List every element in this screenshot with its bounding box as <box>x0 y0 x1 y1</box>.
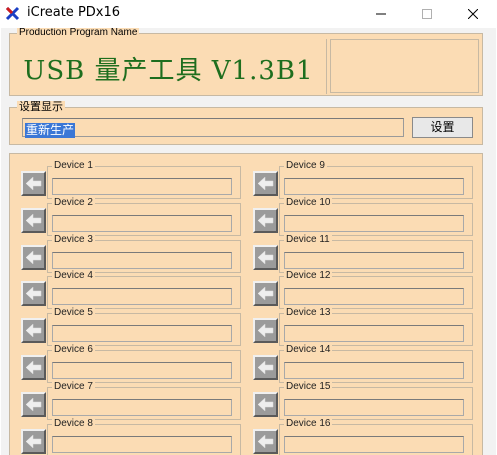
device-10-group: Device 10 <box>279 196 473 236</box>
device-13-status-field <box>284 325 464 343</box>
program-group-label: Production Program Name <box>17 28 140 39</box>
device-6-arrow-button[interactable] <box>21 355 46 380</box>
maximize-icon <box>422 9 432 19</box>
minimize-icon <box>376 13 386 15</box>
settings-group: 重新生产 设置 <box>9 107 483 145</box>
device-12-label: Device 12 <box>284 270 333 283</box>
device-3-arrow-button[interactable] <box>21 244 46 270</box>
arrow-left-icon <box>25 360 42 375</box>
device-9-label: Device 9 <box>284 160 327 172</box>
device-6-group: Device 6 <box>47 344 241 383</box>
app-icon <box>5 6 20 21</box>
device-8-label: Device 8 <box>52 417 95 430</box>
device-7-status-field <box>52 398 232 416</box>
device-7-label: Device 7 <box>52 380 95 393</box>
device-7-arrow-button[interactable] <box>21 391 46 417</box>
device-16-group: Device 16 <box>279 417 473 455</box>
device-9-arrow-button[interactable] <box>253 171 278 196</box>
device-12-status-field <box>284 288 464 306</box>
device-1-label: Device 1 <box>52 160 95 172</box>
arrow-left-icon <box>257 360 274 375</box>
set-button[interactable]: 设置 <box>412 117 473 138</box>
client-area: USB 量产工具 V1.3B1 Production Program Name … <box>1 28 496 455</box>
device-11-group: Device 11 <box>279 233 473 273</box>
device-12-group: Device 12 <box>279 270 473 310</box>
arrow-left-icon <box>257 176 274 191</box>
device-11-status-field <box>284 251 464 269</box>
device-13-group: Device 13 <box>279 307 473 347</box>
device-8-status-field <box>52 435 232 453</box>
device-7-group: Device 7 <box>47 380 241 420</box>
device-14-group: Device 14 <box>279 344 473 383</box>
device-12-arrow-button[interactable] <box>253 281 278 307</box>
device-2-label: Device 2 <box>52 196 95 209</box>
device-5-status-field <box>52 325 232 343</box>
device-6-status-field <box>52 362 232 379</box>
arrow-left-icon <box>257 250 274 265</box>
device-5-group: Device 5 <box>47 307 241 347</box>
arrow-left-icon <box>25 286 42 301</box>
arrow-left-icon <box>25 323 42 338</box>
device-10-label: Device 10 <box>284 196 333 209</box>
device-4-arrow-button[interactable] <box>21 281 46 307</box>
device-4-group: Device 4 <box>47 270 241 310</box>
device-5-label: Device 5 <box>52 307 95 320</box>
device-11-arrow-button[interactable] <box>253 244 278 270</box>
device-1-status-field <box>52 178 232 195</box>
device-11-label: Device 11 <box>284 233 332 246</box>
device-15-group: Device 15 <box>279 380 473 420</box>
device-16-status-field <box>284 435 464 453</box>
program-group: USB 量产工具 V1.3B1 <box>9 33 483 96</box>
device-9-group: Device 9 <box>279 160 473 199</box>
device-2-status-field <box>52 214 232 232</box>
device-8-group: Device 8 <box>47 417 241 455</box>
device-3-group: Device 3 <box>47 233 241 273</box>
arrow-left-icon <box>257 397 274 412</box>
device-14-arrow-button[interactable] <box>253 355 278 380</box>
title-bar: iCreate PDx16 <box>0 0 497 28</box>
device-2-arrow-button[interactable] <box>21 207 46 233</box>
maximize-button[interactable] <box>404 0 450 28</box>
device-1-group: Device 1 <box>47 160 241 199</box>
settings-group-label: 设置显示 <box>17 100 65 113</box>
device-3-status-field <box>52 251 232 269</box>
arrow-left-icon <box>257 286 274 301</box>
device-10-status-field <box>284 214 464 232</box>
arrow-left-icon <box>25 434 42 449</box>
device-9-status-field <box>284 178 464 195</box>
device-10-arrow-button[interactable] <box>253 207 278 233</box>
arrow-left-icon <box>25 397 42 412</box>
device-15-arrow-button[interactable] <box>253 391 278 417</box>
device-14-status-field <box>284 362 464 379</box>
arrow-left-icon <box>25 250 42 265</box>
close-icon <box>468 9 478 19</box>
device-15-status-field <box>284 398 464 416</box>
arrow-left-icon <box>257 213 274 228</box>
device-3-label: Device 3 <box>52 233 95 246</box>
minimize-button[interactable] <box>358 0 404 28</box>
arrow-left-icon <box>257 434 274 449</box>
window-title: iCreate PDx16 <box>27 5 121 20</box>
settings-display-field[interactable]: 重新生产 <box>22 118 404 138</box>
device-5-arrow-button[interactable] <box>21 318 46 344</box>
device-1-arrow-button[interactable] <box>21 171 46 196</box>
program-side-panel <box>330 39 479 93</box>
device-4-label: Device 4 <box>52 270 95 283</box>
device-14-label: Device 14 <box>284 344 333 356</box>
settings-value: 重新生产 <box>25 123 76 138</box>
device-13-label: Device 13 <box>284 307 333 320</box>
arrow-left-icon <box>25 213 42 228</box>
device-15-label: Device 15 <box>284 380 333 393</box>
close-button[interactable] <box>450 0 496 28</box>
device-2-group: Device 2 <box>47 196 241 236</box>
device-16-arrow-button[interactable] <box>253 428 278 454</box>
device-13-arrow-button[interactable] <box>253 318 278 344</box>
device-6-label: Device 6 <box>52 344 95 356</box>
device-8-arrow-button[interactable] <box>21 428 46 454</box>
arrow-left-icon <box>25 176 42 191</box>
device-4-status-field <box>52 288 232 306</box>
program-name: USB 量产工具 V1.3B1 <box>23 56 314 86</box>
arrow-left-icon <box>257 323 274 338</box>
device-16-label: Device 16 <box>284 417 333 430</box>
